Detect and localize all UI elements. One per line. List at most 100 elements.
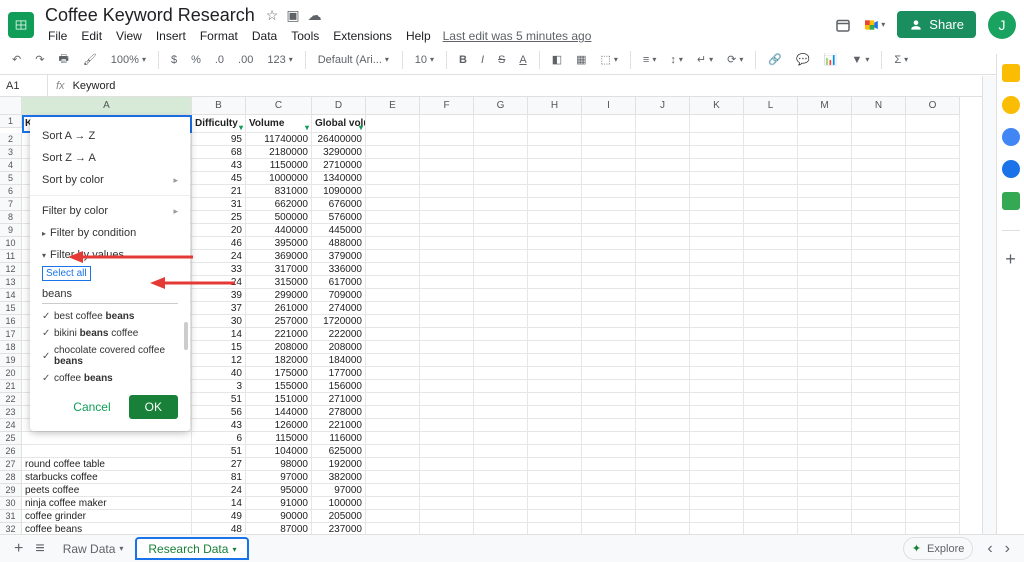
cell[interactable] [366,276,420,289]
cell[interactable]: 98000 [246,458,312,471]
cell[interactable]: 709000 [312,289,366,302]
fill-color-icon[interactable]: ◧ [548,51,566,68]
cell[interactable]: 2180000 [246,146,312,159]
cell[interactable] [744,393,798,406]
cell[interactable]: 317000 [246,263,312,276]
cell[interactable]: 222000 [312,328,366,341]
cell[interactable] [852,133,906,146]
cell[interactable] [420,432,474,445]
cell[interactable]: 274000 [312,302,366,315]
cell[interactable] [636,341,690,354]
paint-format-icon[interactable]: 🖌 [79,51,101,68]
cell[interactable] [582,393,636,406]
cell[interactable] [474,289,528,302]
sort-by-color[interactable]: Sort by color▸ [30,169,190,191]
chart-icon[interactable]: 📊 [820,51,842,68]
cell[interactable]: 257000 [246,315,312,328]
cell[interactable]: 126000 [246,419,312,432]
cell[interactable] [474,146,528,159]
cell[interactable] [582,276,636,289]
cell[interactable] [474,276,528,289]
filter-value-item[interactable]: ✓chocolate covered coffee beans [30,342,190,370]
cell[interactable] [636,198,690,211]
cell[interactable] [690,133,744,146]
cell[interactable] [690,497,744,510]
cell[interactable] [420,237,474,250]
cell[interactable] [420,458,474,471]
cell[interactable] [744,367,798,380]
cell[interactable] [420,315,474,328]
meet-icon[interactable]: ▾ [865,15,885,35]
cell[interactable] [798,432,852,445]
cell[interactable] [798,328,852,341]
cell[interactable] [744,419,798,432]
cell[interactable] [690,185,744,198]
keep-icon[interactable] [1002,96,1020,114]
cell[interactable] [366,289,420,302]
cell[interactable]: 261000 [246,302,312,315]
cell[interactable] [798,263,852,276]
cell[interactable] [528,276,582,289]
cell[interactable] [474,419,528,432]
sheet-tab-research[interactable]: Research Data▾ [135,537,249,560]
cell[interactable] [420,172,474,185]
cell[interactable] [636,380,690,393]
row-header[interactable]: 5 [0,172,22,185]
add-addon-icon[interactable]: + [1005,249,1016,270]
cell[interactable] [582,289,636,302]
row-header[interactable]: 9 [0,224,22,237]
cell[interactable]: 205000 [312,510,366,523]
cell[interactable] [528,263,582,276]
cell[interactable] [474,393,528,406]
cell[interactable]: 95 [192,133,246,146]
tasks-icon[interactable] [1002,128,1020,146]
cell[interactable] [420,341,474,354]
cell[interactable] [366,250,420,263]
cell[interactable]: 12 [192,354,246,367]
cell[interactable] [636,315,690,328]
cell[interactable] [528,341,582,354]
cell[interactable] [582,198,636,211]
cell[interactable] [798,159,852,172]
filter-icon[interactable]: ▾ [359,119,363,133]
cell[interactable] [636,406,690,419]
cell[interactable]: 382000 [312,471,366,484]
filter-by-color[interactable]: Filter by color▸ [30,200,190,222]
cell[interactable]: 91000 [246,497,312,510]
cell[interactable] [366,471,420,484]
cell[interactable] [798,302,852,315]
col-header-M[interactable]: M [798,97,852,115]
cell[interactable] [636,224,690,237]
cell[interactable] [852,445,906,458]
cell[interactable] [690,354,744,367]
text-color-icon[interactable]: A [515,52,530,68]
cell[interactable] [744,315,798,328]
cell[interactable] [582,172,636,185]
cell[interactable] [906,289,960,302]
filter-cancel-button[interactable]: Cancel [63,395,120,419]
cell[interactable] [744,328,798,341]
cell[interactable] [528,458,582,471]
cell[interactable] [906,276,960,289]
col-header-N[interactable]: N [852,97,906,115]
cell[interactable] [474,133,528,146]
cell[interactable] [420,115,474,133]
cell[interactable] [420,380,474,393]
cell[interactable] [744,510,798,523]
cell[interactable] [582,497,636,510]
cell[interactable] [690,419,744,432]
cell[interactable] [22,445,192,458]
cell[interactable] [690,432,744,445]
cell[interactable] [852,315,906,328]
col-header-C[interactable]: C [246,97,312,115]
menu-file[interactable]: File [42,27,73,45]
col-header-K[interactable]: K [690,97,744,115]
cell[interactable] [420,510,474,523]
cell[interactable] [582,185,636,198]
cell[interactable] [906,146,960,159]
cell[interactable] [528,211,582,224]
cell[interactable] [366,315,420,328]
cell[interactable]: 14 [192,328,246,341]
cell[interactable] [798,133,852,146]
cell[interactable]: 25 [192,211,246,224]
